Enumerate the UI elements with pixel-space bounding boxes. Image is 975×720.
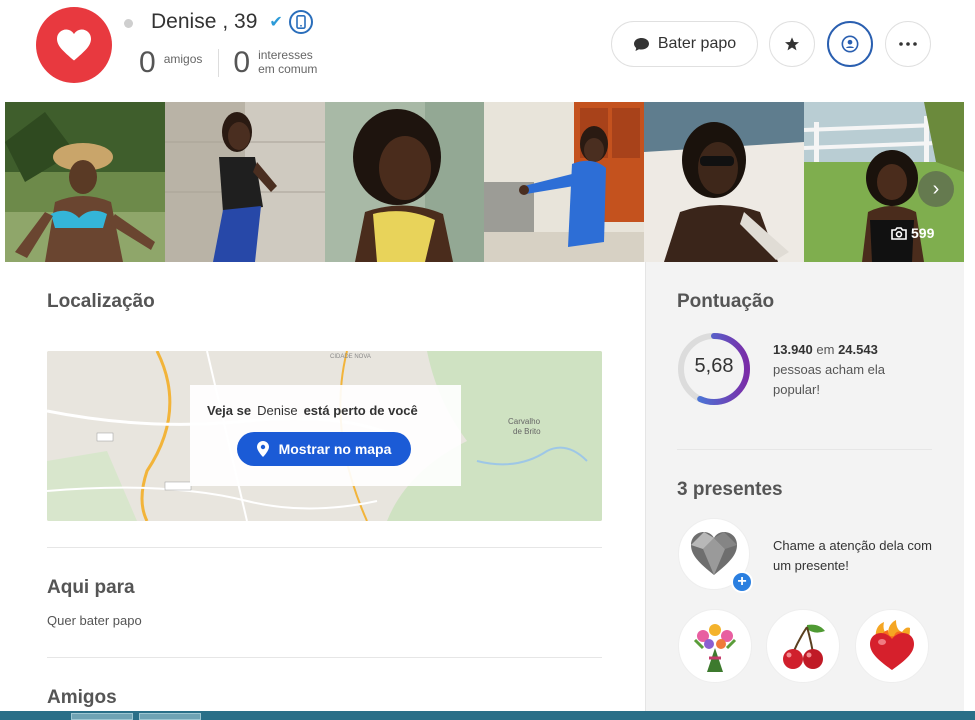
profile-photo[interactable]: [324, 102, 485, 262]
profile-stats: 0 amigos 0 interesses em comum: [139, 46, 317, 80]
profile-header: Denise , 39 ✔ 0 amigos 0 interesses em c…: [0, 0, 975, 102]
profile-age: , 39: [222, 10, 258, 33]
svg-text:de Brito: de Brito: [513, 427, 541, 436]
score-value: 5,68: [694, 355, 734, 377]
profile-photo[interactable]: [484, 102, 645, 262]
gift-item[interactable]: [766, 609, 840, 683]
chat-button[interactable]: Bater papo: [611, 21, 758, 67]
taskbar-item[interactable]: [71, 713, 133, 720]
here-for-title: Aqui para: [47, 577, 135, 598]
friends-title: Amigos: [47, 687, 117, 708]
svg-text:CIDADE NOVA: CIDADE NOVA: [330, 354, 371, 360]
profile-photo[interactable]: [5, 102, 165, 262]
profile-name: Denise: [151, 10, 217, 33]
flower-bouquet-icon: [693, 624, 737, 672]
interests-count: 0: [233, 46, 251, 79]
favorite-button[interactable]: [769, 21, 815, 67]
show-on-map-button[interactable]: Mostrar no mapa: [237, 432, 411, 466]
chevron-right-icon: ›: [932, 177, 940, 200]
photo-count-badge[interactable]: 599: [891, 225, 934, 241]
profile-photo[interactable]: [644, 102, 805, 262]
app-logo[interactable]: [36, 7, 112, 83]
cherries-icon: [783, 624, 825, 669]
map-text-name: Denise: [257, 403, 298, 418]
star-icon: [785, 37, 799, 51]
photo-strip: [5, 102, 964, 262]
score-rank: 13.940: [773, 342, 813, 357]
score-desc-text: pessoas acham ela popular!: [773, 362, 886, 397]
photo-count-value: 599: [911, 225, 935, 241]
gift-item[interactable]: [855, 609, 929, 683]
interests-label-line1: interesses: [258, 48, 313, 62]
add-gift-icon[interactable]: +: [731, 571, 753, 593]
section-divider: [677, 449, 932, 450]
taskbar-item[interactable]: [139, 713, 201, 720]
score-title: Pontuação: [677, 291, 775, 312]
profile-badge-button[interactable]: [827, 21, 873, 67]
more-dots-icon: [899, 42, 917, 46]
section-divider: [47, 657, 602, 658]
next-photo-button[interactable]: ›: [918, 171, 954, 207]
map-pin-icon: [256, 441, 269, 457]
flaming-heart-icon: [870, 620, 914, 670]
user-circle-icon: [841, 35, 859, 53]
phone-verified-icon: [288, 10, 313, 34]
more-options-button[interactable]: [885, 21, 931, 67]
online-status-dot: [124, 19, 133, 28]
gem-heart-icon: [691, 532, 737, 575]
here-for-value: Quer bater papo: [47, 613, 142, 628]
camera-icon: [891, 227, 907, 240]
score-in-word: em: [816, 342, 835, 357]
gift-item[interactable]: [678, 609, 752, 683]
heart-icon: [57, 29, 91, 61]
map-nearby-text: Veja se Denise está perto de você: [207, 403, 418, 418]
interests-label-line2: em comum: [258, 62, 318, 76]
location-title: Localização: [47, 291, 155, 312]
chat-bubble-icon: [633, 37, 649, 51]
interests-label: interesses em comum: [258, 48, 317, 76]
verified-check-icon: ✔: [269, 14, 283, 31]
score-description: 13.940 em 24.543 pessoas acham ela popul…: [773, 340, 923, 400]
gift-cta: Chame a atenção dela com um presente!: [773, 538, 932, 573]
friends-label: amigos: [163, 52, 203, 66]
score-total: 24.543: [838, 342, 878, 357]
svg-text:Carvalho: Carvalho: [508, 417, 541, 426]
gifts-title: 3 presentes: [677, 479, 783, 500]
friends-count: 0: [139, 46, 156, 79]
map-text-suffix: está perto de você: [303, 403, 418, 418]
show-on-map-label: Mostrar no mapa: [278, 441, 392, 457]
stats-divider: [218, 49, 220, 77]
profile-name-row: Denise , 39 ✔: [151, 10, 313, 34]
chat-button-label: Bater papo: [657, 35, 737, 52]
profile-photo[interactable]: [164, 102, 325, 262]
map-text-prefix: Veja se: [207, 403, 252, 418]
section-divider: [47, 547, 602, 548]
